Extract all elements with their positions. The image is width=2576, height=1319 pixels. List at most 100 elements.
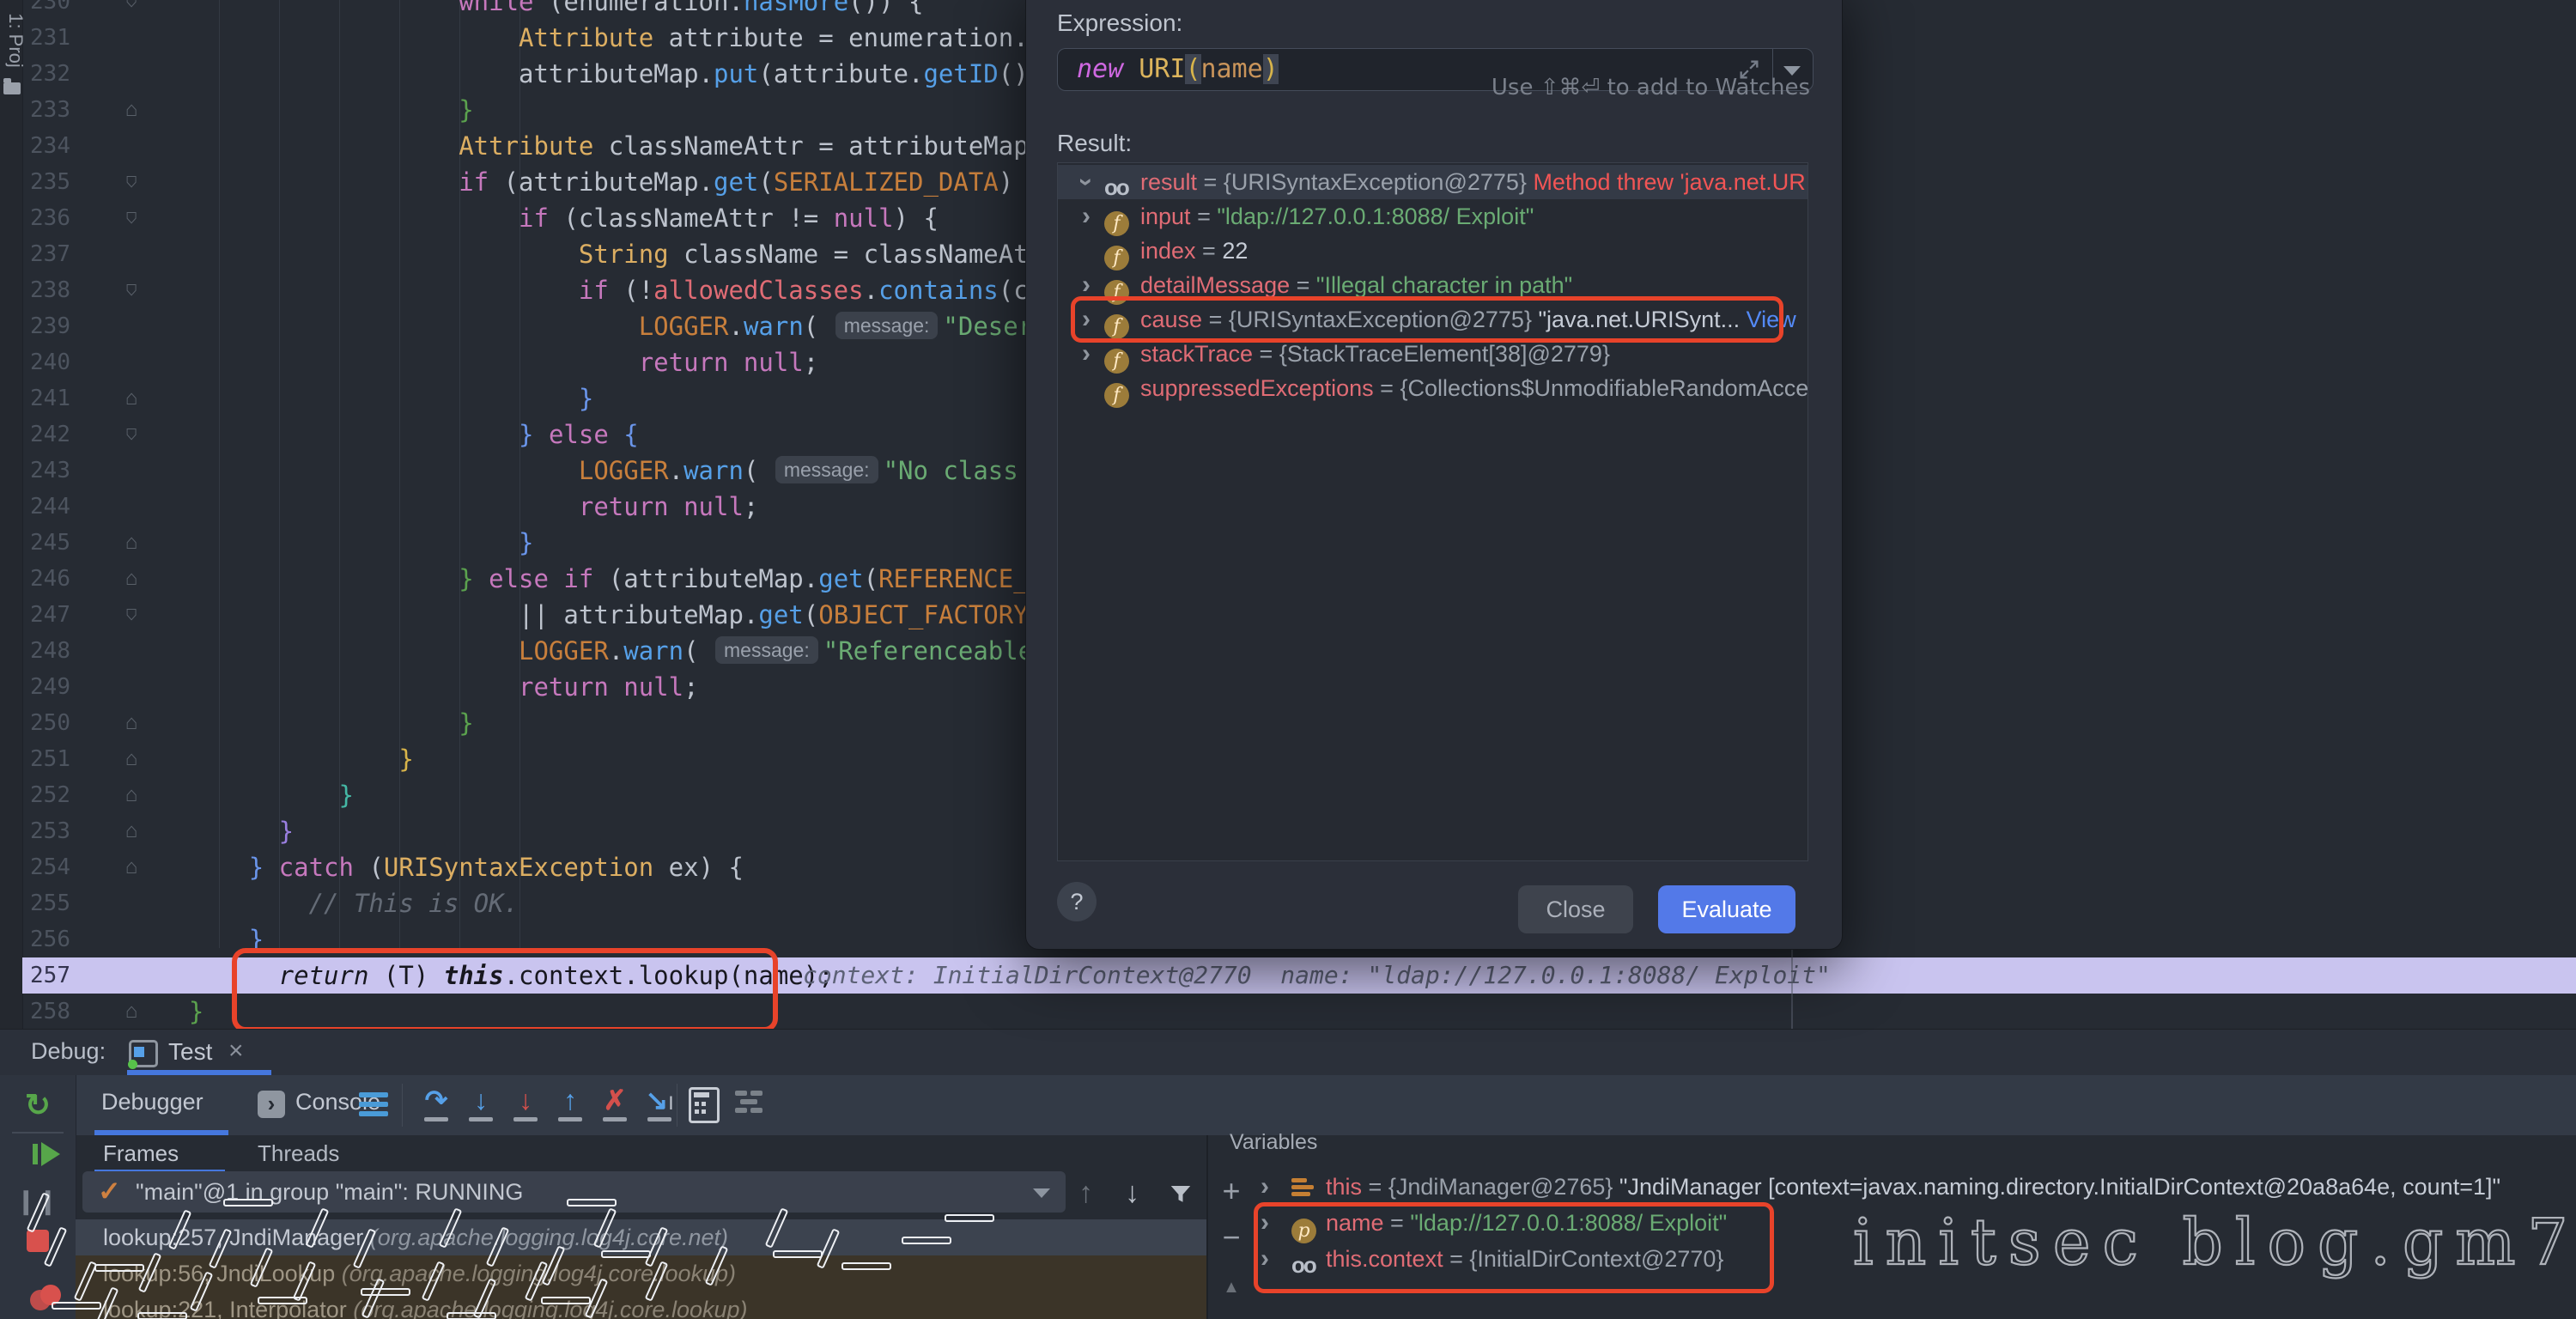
field-icon: f: [1104, 376, 1129, 410]
fold-marker-icon[interactable]: ⌂: [118, 849, 144, 885]
view-breakpoints-button[interactable]: [0, 1286, 76, 1316]
expression-label: Expression:: [1057, 9, 1182, 37]
line-number: 242: [22, 416, 70, 453]
fold-marker-icon[interactable]: ⌂: [118, 813, 144, 849]
line-number: 235: [22, 164, 70, 200]
oo-icon: oo: [1291, 1247, 1315, 1283]
tab-threads[interactable]: Threads: [258, 1140, 339, 1167]
add-to-watches-hint: Use ⇧⌘⏎ to add to Watches: [1492, 75, 1810, 100]
remove-watch-button[interactable]: −: [1214, 1219, 1249, 1255]
step-into-button[interactable]: ↓: [462, 1085, 500, 1120]
line-number: 231: [22, 20, 70, 56]
restore-layout-icon[interactable]: [359, 1092, 388, 1118]
step-out-button[interactable]: ↑: [551, 1085, 589, 1120]
line-number: 258: [22, 994, 70, 1029]
chevron-expanded-icon[interactable]: ›: [1075, 165, 1097, 199]
frame-row[interactable]: lookup:257, JndiManager (org.apache.logg…: [76, 1219, 1206, 1255]
close-icon[interactable]: ×: [228, 1036, 244, 1066]
code-line-258[interactable]: 258⌂}: [22, 994, 2576, 1029]
debug-toolwindow-header: Debug: Test ×: [0, 1029, 2576, 1076]
code-line-257[interactable]: 257return (T) this.context.lookup(name);…: [22, 957, 2576, 994]
fold-marker-icon[interactable]: ⌂: [118, 272, 144, 308]
fold-marker-icon[interactable]: ⌂: [118, 525, 144, 561]
result-tree-row-result[interactable]: ›ooresult = {URISyntaxException@2775} Me…: [1058, 165, 1807, 199]
result-tree-row-detailMessage[interactable]: ›fdetailMessage = "Illegal character in …: [1058, 268, 1807, 302]
fold-marker-icon[interactable]: ⌂: [118, 777, 144, 813]
line-number: 248: [22, 633, 70, 669]
variables-panel-label: Variables: [1230, 1130, 1317, 1155]
chevron-collapsed-icon[interactable]: ›: [1075, 302, 1097, 337]
result-tree-row-input[interactable]: ›finput = "ldap://127.0.0.1:8088/ Exploi…: [1058, 199, 1807, 234]
line-number: 241: [22, 380, 70, 416]
frames-panel: Frames Threads ✓ "main"@1 in group "main…: [76, 1135, 1206, 1319]
folder-icon: [3, 82, 21, 94]
next-frame-button[interactable]: ↓: [1125, 1176, 1139, 1210]
run-configuration-icon: [129, 1040, 158, 1067]
fold-marker-icon[interactable]: ⌂: [118, 92, 144, 128]
line-number: 245: [22, 525, 70, 561]
line-number: 236: [22, 200, 70, 236]
frame-row[interactable]: lookup:221, Interpolator (org.apache.log…: [76, 1292, 1206, 1319]
fold-marker-icon[interactable]: ⌂: [118, 416, 144, 453]
close-button[interactable]: Close: [1518, 885, 1633, 933]
line-number: 233: [22, 92, 70, 128]
result-tree-row-cause[interactable]: ›fcause = {URISyntaxException@2775} "jav…: [1058, 302, 1807, 337]
fold-marker-icon[interactable]: ⌂: [118, 561, 144, 597]
help-button[interactable]: ?: [1057, 882, 1097, 921]
tab-frames[interactable]: Frames: [103, 1140, 179, 1167]
step-over-button[interactable]: ↷: [417, 1085, 455, 1120]
line-number: 256: [22, 921, 70, 957]
fold-marker-icon[interactable]: ⌂: [118, 597, 144, 633]
inline-debugger-hint: context: InitialDirContext@2770 name: "l…: [803, 957, 1831, 994]
drop-frame-button[interactable]: ✗: [596, 1085, 634, 1120]
chevron-collapsed-icon[interactable]: ›: [1261, 1241, 1269, 1277]
line-number: 246: [22, 561, 70, 597]
add-watch-button[interactable]: +: [1214, 1173, 1249, 1209]
result-tree[interactable]: ›ooresult = {URISyntaxException@2775} Me…: [1057, 162, 1808, 861]
line-number: 257: [22, 957, 70, 994]
force-step-into-button[interactable]: ↓: [507, 1085, 544, 1120]
fold-marker-icon[interactable]: ⌂: [118, 380, 144, 416]
pause-button[interactable]: ❙❙: [0, 1187, 76, 1215]
line-number: 252: [22, 777, 70, 813]
chevron-down-icon: [1033, 1188, 1050, 1198]
line-number: 250: [22, 705, 70, 741]
line-number: 253: [22, 813, 70, 849]
stop-button[interactable]: [0, 1230, 76, 1256]
chevron-collapsed-icon[interactable]: ›: [1075, 268, 1097, 302]
chevron-collapsed-icon[interactable]: ›: [1261, 1205, 1269, 1241]
run-to-cursor-button[interactable]: ↘I: [641, 1085, 678, 1120]
chevron-collapsed-icon[interactable]: ›: [1075, 199, 1097, 234]
resume-button[interactable]: [0, 1142, 76, 1170]
line-number: 254: [22, 849, 70, 885]
rerun-button[interactable]: ↻: [0, 1087, 76, 1123]
previous-frame-button[interactable]: ↑: [1078, 1176, 1093, 1210]
chevron-collapsed-icon[interactable]: ›: [1261, 1169, 1269, 1205]
result-tree-row-index[interactable]: findex = 22: [1058, 234, 1807, 268]
debug-left-toolbar: ↻ ❙❙: [0, 1075, 76, 1319]
line-number: 237: [22, 236, 70, 272]
panel-divider[interactable]: [1206, 1135, 1208, 1319]
tab-debugger[interactable]: Debugger: [101, 1089, 204, 1115]
result-label: Result:: [1057, 130, 1132, 157]
fold-marker-icon[interactable]: ⌂: [118, 0, 144, 20]
fold-marker-icon[interactable]: ⌂: [118, 200, 144, 236]
line-number: 244: [22, 489, 70, 525]
chevron-collapsed-icon[interactable]: ›: [1075, 337, 1097, 371]
layout-settings-icon[interactable]: [735, 1091, 762, 1116]
filter-icon[interactable]: [1168, 1182, 1194, 1207]
fold-marker-icon[interactable]: ⌂: [118, 994, 144, 1029]
fold-marker-icon[interactable]: ⌂: [118, 741, 144, 777]
frame-row[interactable]: lookup:56, JndiLookup (org.apache.loggin…: [76, 1255, 1206, 1292]
evaluate-button[interactable]: Evaluate: [1658, 885, 1795, 933]
line-number: 238: [22, 272, 70, 308]
thread-selector[interactable]: ✓ "main"@1 in group "main": RUNNING: [82, 1171, 1066, 1213]
line-number: 247: [22, 597, 70, 633]
evaluate-expression-icon[interactable]: [689, 1087, 720, 1123]
fold-marker-icon[interactable]: ⌂: [118, 164, 144, 200]
result-tree-row-stackTrace[interactable]: ›fstackTrace = {StackTraceElement[38]@27…: [1058, 337, 1807, 371]
move-watch-up-button[interactable]: ▲: [1214, 1278, 1249, 1298]
fold-marker-icon[interactable]: ⌂: [118, 705, 144, 741]
result-tree-row-suppressedExceptions[interactable]: fsuppressedExceptions = {Collections$Unm…: [1058, 371, 1807, 405]
watermark-text: initsec blog.gm7.org: [1853, 1206, 2576, 1279]
